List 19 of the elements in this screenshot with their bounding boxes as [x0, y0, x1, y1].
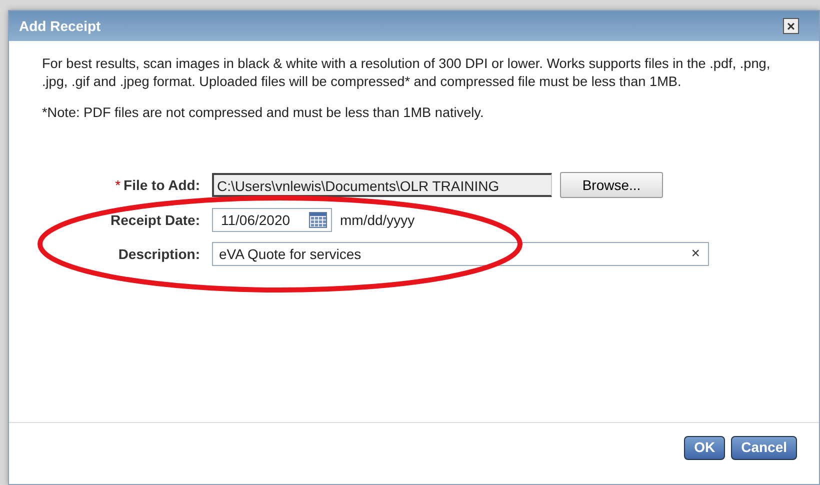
required-mark: * [115, 176, 121, 192]
close-button[interactable]: × [783, 18, 799, 34]
field-label: Receipt Date: [110, 212, 200, 228]
description-field[interactable]: eVA Quote for services × [212, 242, 709, 266]
cancel-button[interactable]: Cancel [731, 436, 797, 460]
field-label: Description: [118, 246, 200, 262]
instruction-text: *Note: PDF files are not compressed and must be less than 1MB natively. [42, 104, 485, 122]
window-title: Add Receipt [19, 16, 101, 36]
field-label: File to Add: [124, 176, 200, 192]
description-value: eVA Quote for services [219, 244, 362, 264]
ok-button[interactable]: OK [684, 436, 726, 460]
date-value: 11/06/2020 [221, 210, 290, 230]
instruction-text: For best results, scan images in black & white with a resolution of 300 DPI or lower. Works supports files in the .pdf, .png, .jpg, .gif and .jpeg format. Uploaded files will be compressed* and compressed file must be less than 1MB. [42, 55, 772, 91]
date-format-hint: mm/dd/yyyy [340, 210, 415, 230]
browse-button[interactable]: Browse... [560, 172, 663, 198]
date-field[interactable]: 11/06/2020 [212, 208, 332, 232]
clear-button[interactable]: × [687, 242, 704, 266]
calendar-icon[interactable] [309, 212, 327, 228]
file-path-field[interactable]: C:\Users\vnlewis\Documents\OLR TRAINING [212, 173, 552, 197]
